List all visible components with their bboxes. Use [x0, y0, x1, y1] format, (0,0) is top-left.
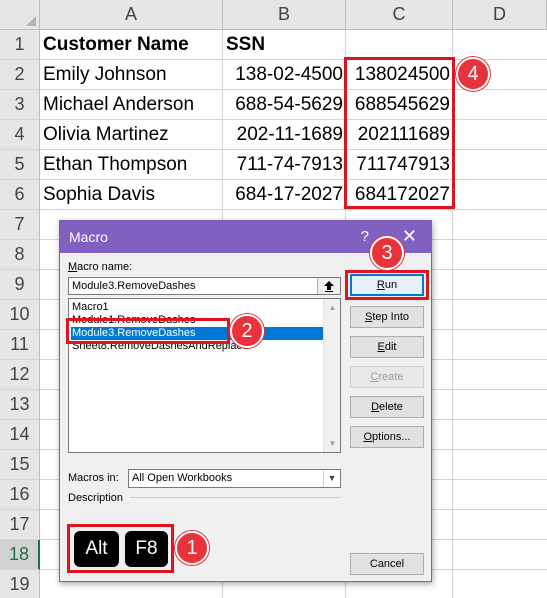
chevron-down-icon[interactable]: ▼ [323, 470, 340, 487]
description-divider [130, 497, 341, 498]
cell-a3[interactable]: Michael Anderson [43, 90, 194, 120]
macro-name-label: Macro name: [68, 261, 133, 273]
row-header-8[interactable]: 8 [0, 240, 40, 270]
row-header-1[interactable]: 1 [0, 30, 40, 60]
cell-b4[interactable]: 202-11-1689 [223, 120, 343, 150]
macro-name-input[interactable]: Module3.RemoveDashes [68, 277, 341, 295]
macro-name-upload-button[interactable] [317, 278, 340, 294]
row-header-6[interactable]: 6 [0, 180, 40, 210]
help-icon[interactable]: ? [361, 228, 369, 245]
arrow-up-icon [324, 280, 334, 292]
row-header-14[interactable]: 14 [0, 420, 40, 450]
description-label: Description [68, 492, 124, 504]
row-header-7[interactable]: 7 [0, 210, 40, 240]
macros-in-select[interactable]: All Open Workbooks ▼ [128, 469, 341, 488]
column-header-a[interactable]: A [40, 0, 223, 30]
row-header-16[interactable]: 16 [0, 480, 40, 510]
cell-a4[interactable]: Olivia Martinez [43, 120, 169, 150]
selected-macro-highlight-box [66, 318, 230, 344]
row-header-19[interactable]: 19 [0, 570, 40, 598]
cell-b2[interactable]: 138-02-4500 [223, 60, 343, 90]
cell-b6[interactable]: 684-17-2027 [223, 180, 343, 210]
column-header-b[interactable]: B [223, 0, 346, 30]
step-badge-1: 1 [175, 531, 209, 565]
macro-list-item[interactable]: Macro1 [71, 301, 109, 314]
cell-a6[interactable]: Sophia Davis [43, 180, 155, 210]
delete-button[interactable]: Delete [350, 396, 424, 418]
cell-a2[interactable]: Emily Johnson [43, 60, 167, 90]
cell-a5[interactable]: Ethan Thompson [43, 150, 187, 180]
row-header-11[interactable]: 11 [0, 330, 40, 360]
dialog-title: Macro [69, 229, 108, 245]
column-header-c[interactable]: C [346, 0, 453, 30]
step-badge-4: 4 [456, 57, 490, 91]
column-header-d[interactable]: D [453, 0, 547, 30]
row-header-18[interactable]: 18 [0, 540, 40, 570]
step-into-button[interactable]: Step Into [350, 306, 424, 328]
row-header-13[interactable]: 13 [0, 390, 40, 420]
edit-button[interactable]: Edit [350, 336, 424, 358]
row-header-5[interactable]: 5 [0, 150, 40, 180]
alt-key: Alt [74, 531, 119, 567]
macros-in-label: Macros in: [68, 472, 119, 484]
scroll-up-icon[interactable]: ▲ [324, 299, 341, 316]
row-header-12[interactable]: 12 [0, 360, 40, 390]
row-header-2[interactable]: 2 [0, 60, 40, 90]
row-header-15[interactable]: 15 [0, 450, 40, 480]
cell-b1[interactable]: SSN [226, 30, 265, 60]
cell-a1[interactable]: Customer Name [43, 30, 189, 60]
step-badge-2: 2 [230, 314, 264, 348]
row-header-17[interactable]: 17 [0, 510, 40, 540]
macros-in-value: All Open Workbooks [132, 472, 233, 484]
f8-key: F8 [125, 531, 168, 567]
row-header-4[interactable]: 4 [0, 120, 40, 150]
row-header-3[interactable]: 3 [0, 90, 40, 120]
row-header-10[interactable]: 10 [0, 300, 40, 330]
close-icon[interactable]: ✕ [402, 226, 417, 247]
scroll-down-icon[interactable]: ▼ [324, 435, 341, 452]
cell-b5[interactable]: 711-74-7913 [223, 150, 343, 180]
create-button[interactable]: Create [350, 366, 424, 388]
row-header-9[interactable]: 9 [0, 270, 40, 300]
macro-list-scrollbar[interactable]: ▲ ▼ [323, 299, 340, 452]
cell-b3[interactable]: 688-54-5629 [223, 90, 343, 120]
cancel-button[interactable]: Cancel [350, 553, 424, 575]
result-highlight-box [344, 57, 455, 209]
run-button-highlight-box [345, 270, 429, 300]
select-all-corner[interactable] [0, 0, 40, 30]
step-badge-3: 3 [370, 236, 404, 270]
options-button[interactable]: Options... [350, 426, 424, 448]
